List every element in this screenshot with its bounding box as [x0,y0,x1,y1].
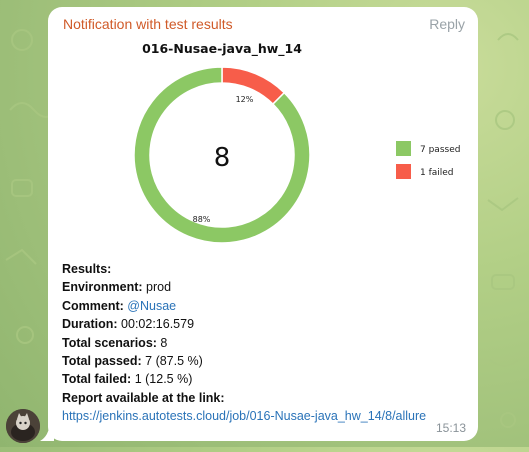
results-heading: Results: [62,262,112,276]
chart-legend: 7 passed 1 failed [396,141,460,179]
duration-line: Duration: 00:02:16.579 [62,317,195,332]
user-mention-link[interactable]: @Nusae [127,299,176,313]
message-timestamp: 15:13 [435,421,466,435]
slice-percent-label-failed: 12% [236,95,254,104]
total-scenarios-line: Total scenarios: 8 [62,335,168,350]
sender-name[interactable]: Notification with test results [63,16,233,32]
total-passed-value: 7 (87.5 %) [145,354,203,369]
total-failed-value: 1 (12.5 %) [134,372,193,387]
report-line: https://jenkins.autotests.cloud/job/016-… [62,407,426,425]
chart-title: 016-Nusae-java_hw_14 [142,41,302,57]
slice-percent-label-passed: 88% [193,215,211,224]
legend-swatch-failed [396,164,411,179]
legend-label-failed: 1 failed [420,168,454,178]
reply-button[interactable]: Reply [429,16,465,32]
total-passed-line: Total passed: 7 (87.5 %) [62,354,203,369]
environment-line: Environment: prod [62,280,172,295]
environment-value: prod [146,280,172,295]
sender-avatar[interactable] [6,409,40,443]
donut-chart: 016-Nusae-java_hw_14 12% 88% 8 7 passed 1 … [133,41,460,244]
duration-value: 00:02:16.579 [121,317,195,332]
report-heading: Report available at the link: [62,390,225,405]
legend-label-passed: 7 passed [420,145,460,155]
results-text: Results: Environment: prod Comment: @Nus… [62,260,426,426]
total-scenarios-value: 8 [160,335,168,350]
test-results-chart[interactable]: 016-Nusae-java_hw_14 12% 88% 8 7 passed 1 … [48,39,478,255]
chart-center-total: 8 [214,143,231,173]
report-link[interactable]: https://jenkins.autotests.cloud/job/016-… [62,409,426,423]
comment-line: Comment: @Nusae [62,298,177,313]
legend-swatch-passed [396,141,411,156]
total-failed-line: Total failed: 1 (12.5 %) [62,372,193,387]
message-bubble: Notification with test results Reply 016… [48,7,478,441]
